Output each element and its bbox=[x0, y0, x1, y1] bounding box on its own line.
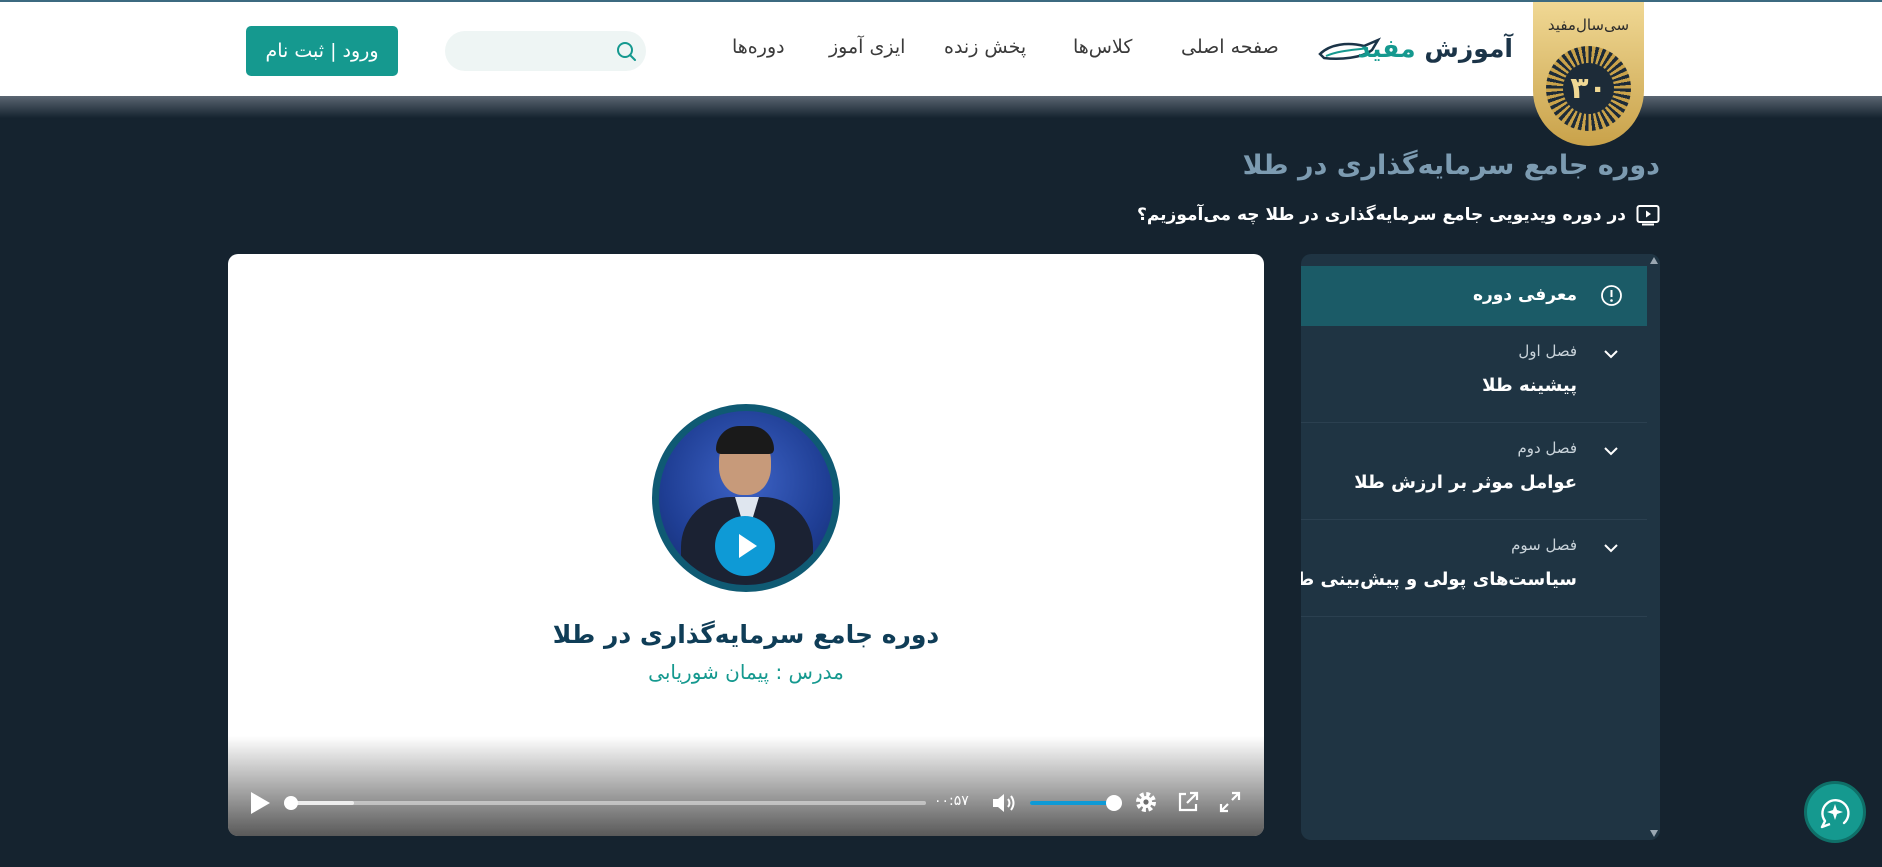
buffered-fill bbox=[290, 801, 354, 805]
logo-text-main: آموزش bbox=[1424, 34, 1513, 63]
chapter-item-1[interactable]: فصل اول پیشینه طلا bbox=[1301, 326, 1647, 423]
time-display: ۰۰:۵۷ bbox=[934, 793, 969, 809]
login-register-button[interactable]: ورود | ثبت نام bbox=[246, 26, 398, 76]
badge-text: سی‌سال‌مفید bbox=[1547, 16, 1630, 34]
support-button[interactable] bbox=[1804, 781, 1866, 843]
chapter-title: عوامل موثر بر ارزش طلا bbox=[1354, 472, 1577, 493]
teacher-hair bbox=[716, 426, 774, 454]
chapter-item-2[interactable]: فصل دوم عوامل موثر بر ارزش طلا bbox=[1301, 423, 1647, 520]
play-icon[interactable] bbox=[248, 790, 272, 816]
search-box bbox=[445, 31, 646, 71]
volume-icon[interactable] bbox=[991, 791, 1017, 815]
progress-bar[interactable] bbox=[290, 801, 926, 805]
search-icon[interactable] bbox=[614, 39, 638, 63]
search-input[interactable] bbox=[459, 36, 609, 66]
logo-text-accent: مفید bbox=[1357, 34, 1416, 63]
support-icon bbox=[1820, 799, 1850, 829]
chapter-item-3[interactable]: فصل سوم سیاست‌های پولی و پیش‌بینی طلا bbox=[1301, 520, 1647, 617]
logo-text: آموزش مفید bbox=[1358, 34, 1513, 63]
video-icon bbox=[1636, 205, 1660, 226]
badge-number: ۳۰ bbox=[1563, 63, 1614, 114]
nav-classes[interactable]: کلاس‌ها bbox=[1073, 36, 1132, 58]
volume-fill bbox=[1030, 801, 1114, 805]
scroll-down-arrow[interactable] bbox=[1650, 830, 1658, 837]
volume-thumb[interactable] bbox=[1106, 795, 1122, 811]
controls-bar bbox=[228, 736, 1264, 836]
site-header: سی‌سال‌مفید ۳۰ آموزش مفید صفحه اصلی کلاس… bbox=[0, 0, 1882, 146]
progress-thumb[interactable] bbox=[284, 796, 298, 810]
play-icon bbox=[738, 534, 757, 558]
video-player[interactable]: دوره جامع سرمایه‌گذاری در طلا مدرس : پیم… bbox=[228, 254, 1264, 836]
chevron-down-icon[interactable] bbox=[1601, 538, 1621, 558]
site-logo[interactable]: آموزش مفید bbox=[1318, 30, 1513, 70]
chapter-title: پیشینه طلا bbox=[1482, 375, 1577, 396]
info-icon bbox=[1601, 285, 1622, 306]
video-title: دوره جامع سرمایه‌گذاری در طلا bbox=[552, 620, 940, 649]
anniversary-badge[interactable]: سی‌سال‌مفید ۳۰ bbox=[1533, 2, 1644, 146]
sidebar-scrollbar[interactable] bbox=[1649, 254, 1660, 840]
course-subtitle: در دوره ویدیویی جامع سرمایه‌گذاری در طلا… bbox=[1137, 202, 1660, 228]
nav-live[interactable]: پخش زنده bbox=[944, 36, 1026, 58]
nav-home[interactable]: صفحه اصلی bbox=[1181, 36, 1279, 58]
external-window-icon[interactable] bbox=[1176, 790, 1200, 814]
chapter-label: فصل سوم bbox=[1511, 536, 1577, 554]
chapter-label: فصل دوم bbox=[1517, 439, 1577, 457]
fullscreen-icon[interactable] bbox=[1218, 790, 1242, 814]
gear-icon[interactable] bbox=[1134, 790, 1158, 814]
chevron-down-icon[interactable] bbox=[1601, 441, 1621, 461]
big-play-button[interactable] bbox=[715, 516, 775, 576]
nav-courses[interactable]: دوره‌ها bbox=[732, 36, 785, 58]
video-teacher: مدرس : پیمان شوریابی bbox=[648, 660, 844, 684]
nav-easy-learn[interactable]: ایزی آموز bbox=[829, 36, 905, 58]
chapter-title: سیاست‌های پولی و پیش‌بینی طلا bbox=[1301, 569, 1577, 590]
sidebar-item-label: معرفی دوره bbox=[1472, 285, 1577, 305]
sidebar-item-intro[interactable]: معرفی دوره bbox=[1301, 266, 1647, 326]
badge-emblem: ۳۰ bbox=[1546, 46, 1631, 131]
volume-slider[interactable] bbox=[1030, 801, 1114, 805]
scroll-up-arrow[interactable] bbox=[1650, 257, 1658, 264]
subtitle-text: در دوره ویدیویی جامع سرمایه‌گذاری در طلا… bbox=[1136, 205, 1626, 225]
chevron-down-icon[interactable] bbox=[1601, 344, 1621, 364]
course-sidebar: معرفی دوره فصل اول پیشینه طلا فصل دوم عو… bbox=[1301, 254, 1660, 840]
chapter-label: فصل اول bbox=[1518, 342, 1577, 360]
page-title: دوره جامع سرمایه‌گذاری در طلا bbox=[1242, 150, 1660, 181]
